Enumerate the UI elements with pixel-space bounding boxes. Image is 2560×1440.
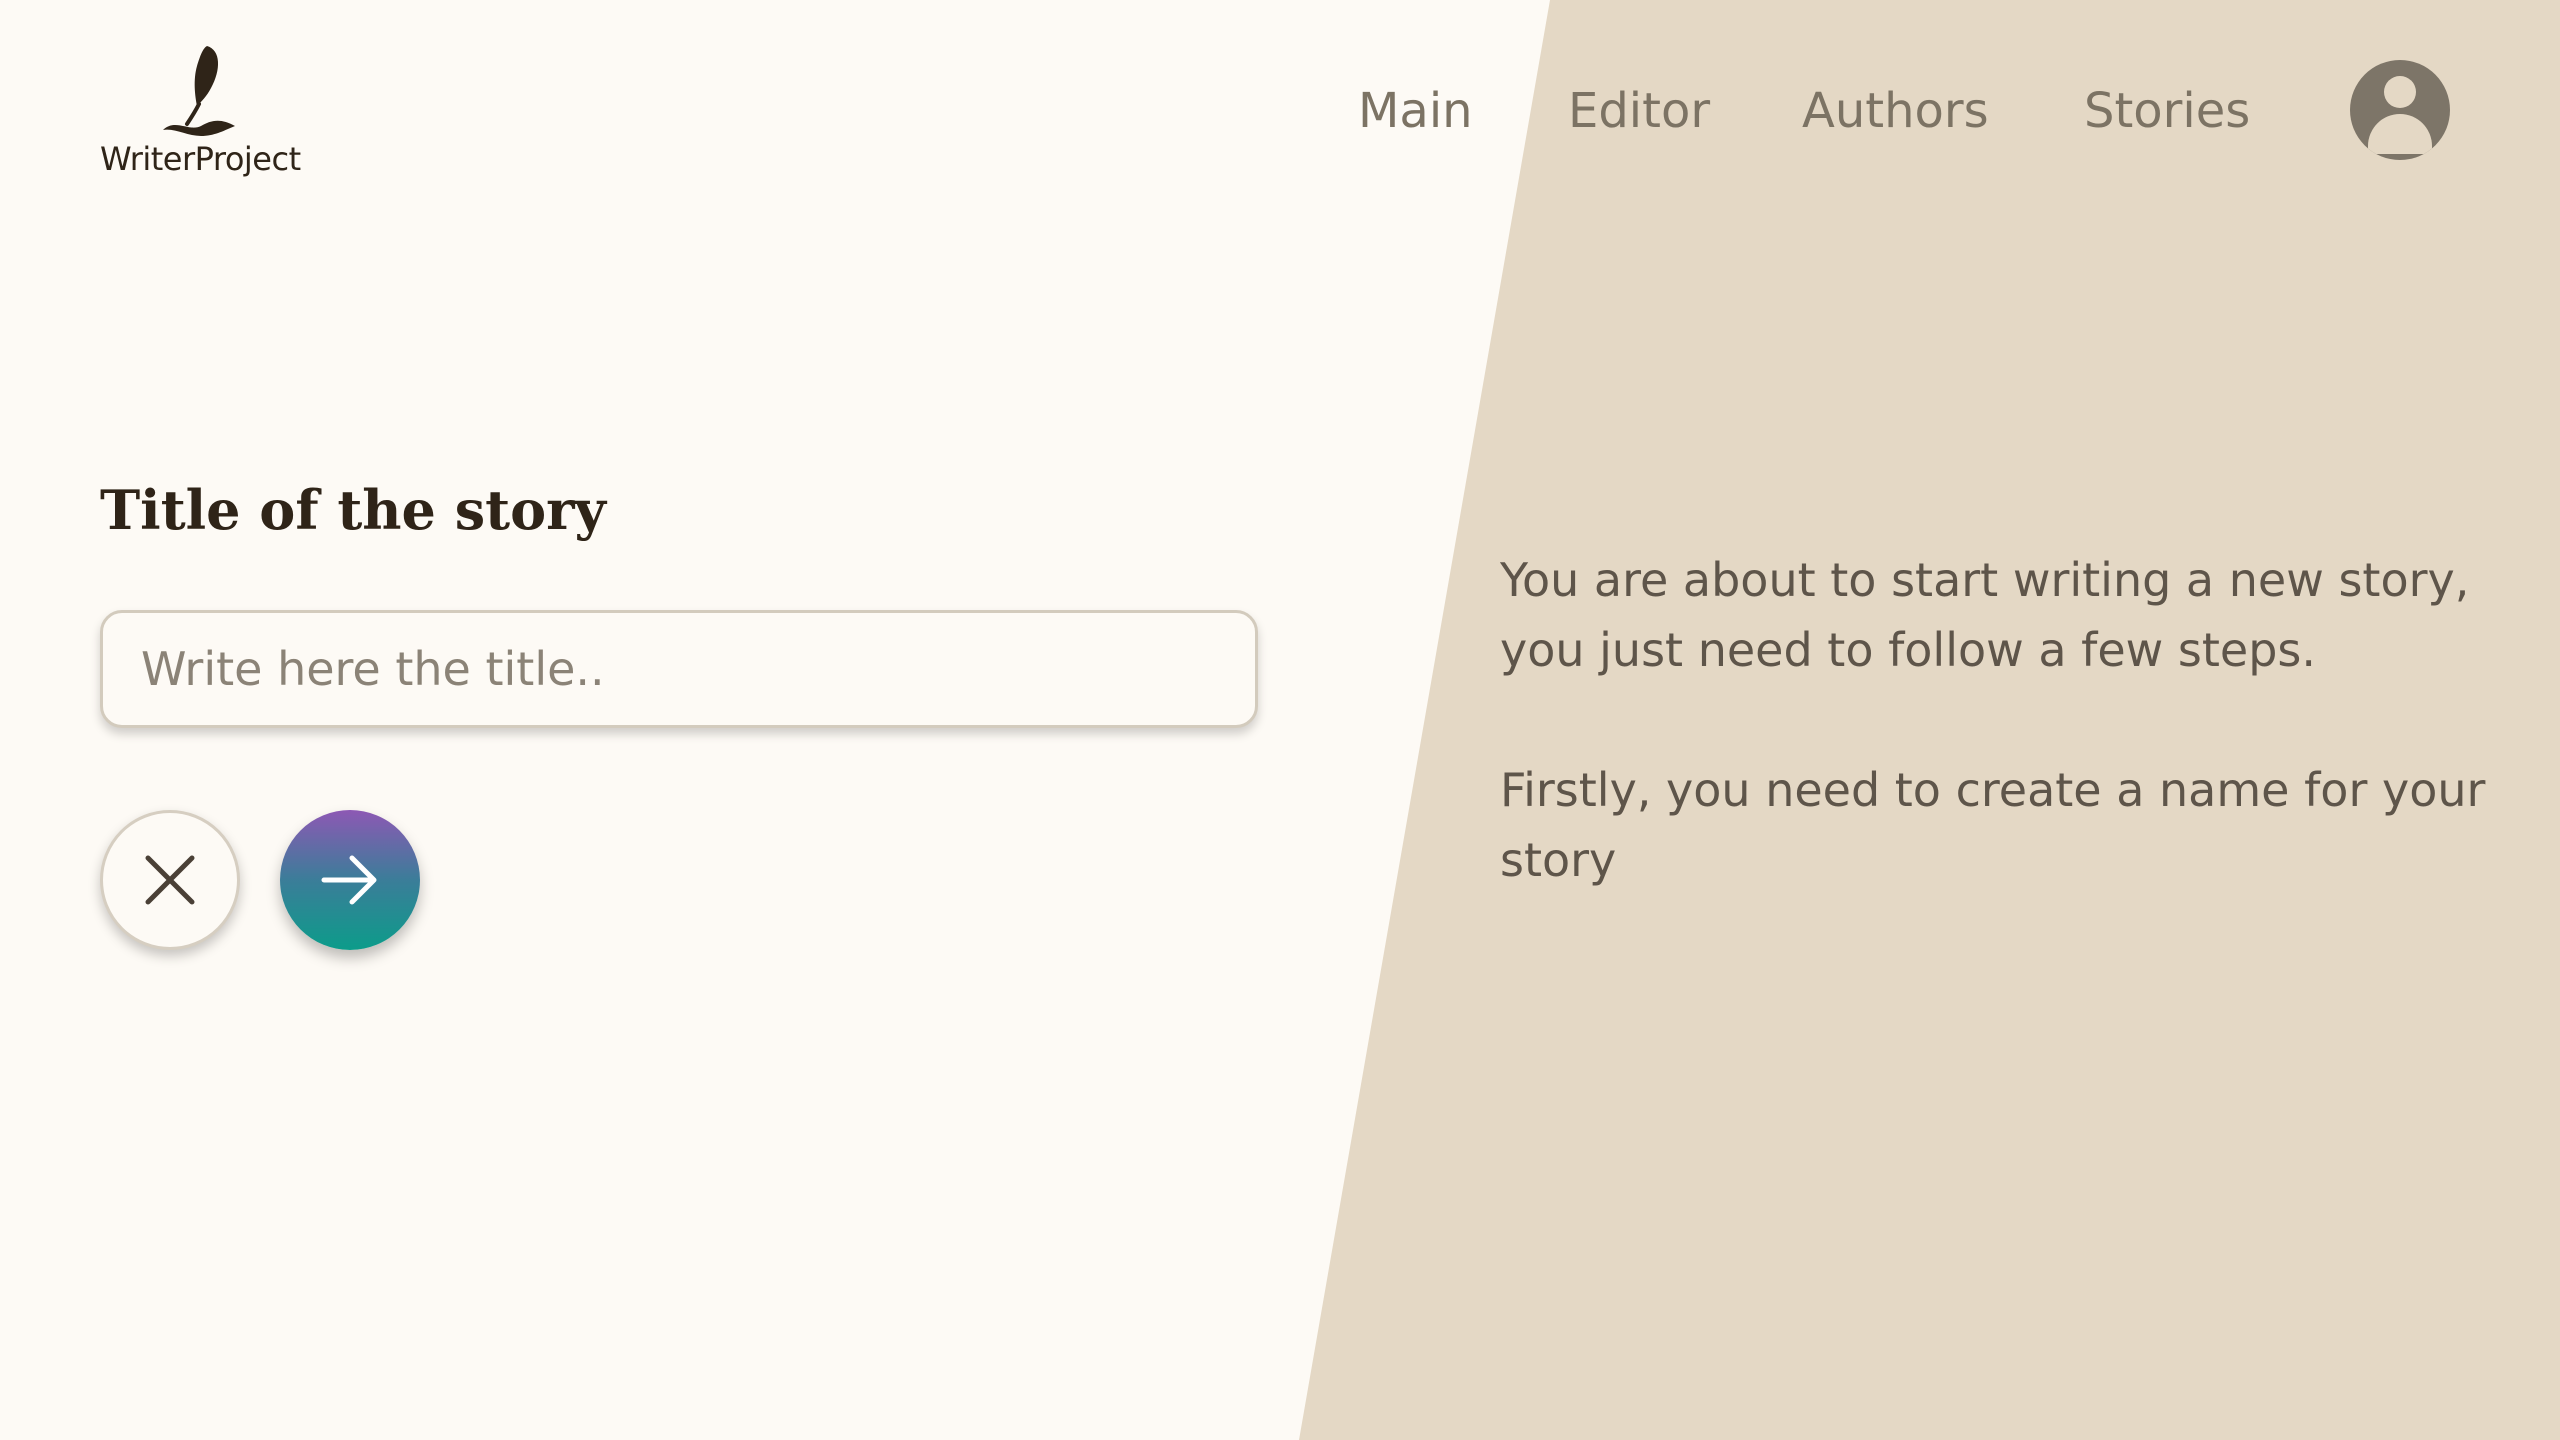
nav-item-editor[interactable]: Editor xyxy=(1568,76,1710,146)
next-button[interactable] xyxy=(280,810,420,950)
nav-item-authors[interactable]: Authors xyxy=(1802,76,1989,146)
cancel-button[interactable] xyxy=(100,810,240,950)
info-text: You are about to start writing a new sto… xyxy=(1500,545,2490,965)
arrow-right-icon xyxy=(321,855,377,905)
info-paragraph-1: You are about to start writing a new sto… xyxy=(1500,553,2470,677)
avatar-head xyxy=(2384,76,2416,108)
nav-item-main[interactable]: Main xyxy=(1358,76,1473,146)
close-icon xyxy=(145,855,195,905)
nav-item-stories[interactable]: Stories xyxy=(2084,76,2250,146)
user-avatar-icon[interactable] xyxy=(2350,60,2450,160)
story-title-input[interactable] xyxy=(100,610,1258,728)
main-nav: Main Editor Authors Stories xyxy=(0,76,2560,146)
avatar-body xyxy=(2368,114,2432,154)
story-title-label: Title of the story xyxy=(100,478,606,542)
info-paragraph-2: Firstly, you need to create a name for y… xyxy=(1500,763,2486,887)
